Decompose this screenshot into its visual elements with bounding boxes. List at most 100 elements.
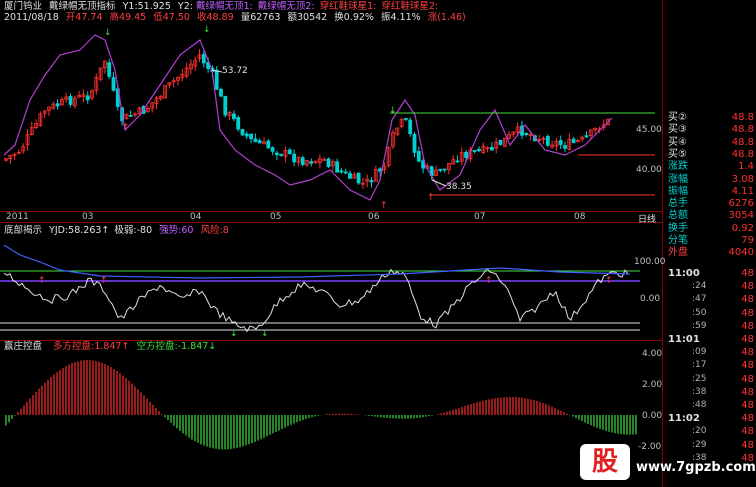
tick-row: :50 48 bbox=[664, 307, 756, 320]
candle-body bbox=[231, 113, 236, 120]
candle-body bbox=[403, 118, 408, 120]
stat-row-value: 3054 bbox=[728, 210, 754, 222]
tick-price: 48 bbox=[741, 294, 754, 306]
quote-row-value: 48.8 bbox=[731, 124, 754, 136]
candle-body bbox=[335, 161, 340, 173]
stat-row-value: 6276 bbox=[728, 198, 754, 210]
ind1-red-arrow: ↑ bbox=[38, 276, 46, 286]
candle-body bbox=[584, 135, 589, 138]
tick-time: 11:02 bbox=[668, 413, 700, 425]
x-tick-08: 08 bbox=[574, 212, 586, 222]
stat-row: 涨幅 3.08 bbox=[664, 174, 756, 186]
tick-price: 48 bbox=[741, 386, 754, 398]
x-tick-05: 05 bbox=[270, 212, 282, 222]
tick-row: :24 48 bbox=[664, 280, 756, 293]
bar-amount: 额30542 bbox=[287, 12, 328, 23]
quote-row: 买③ 48.8 bbox=[664, 124, 756, 136]
tick-row: :20 48 bbox=[664, 425, 756, 438]
candle-body bbox=[270, 147, 275, 152]
tick-time: :47 bbox=[692, 294, 707, 305]
y-tick-40: 40.00 bbox=[636, 165, 662, 175]
candle-body bbox=[348, 173, 352, 179]
quote-row: 买⑤ 48.8 bbox=[664, 149, 756, 161]
trough-leader bbox=[431, 179, 447, 187]
ind2-y-tick-neg2: -2.00 bbox=[638, 442, 662, 452]
candle-body bbox=[287, 149, 292, 155]
candle-body bbox=[339, 170, 344, 173]
candlestick-series bbox=[4, 49, 610, 189]
tick-row: 11:02 48 bbox=[664, 412, 756, 425]
tick-row: :48 48 bbox=[664, 399, 756, 412]
stat-row-label: 总手 bbox=[668, 198, 688, 210]
indicator1-name[interactable]: 底部揭示 bbox=[4, 225, 42, 236]
tick-price: 48 bbox=[741, 360, 754, 372]
tick-time: :25 bbox=[692, 373, 707, 384]
legend-red-shoe-2: 穿红鞋球星2: bbox=[381, 1, 439, 12]
candle-body bbox=[489, 146, 494, 151]
tick-time: :09 bbox=[692, 347, 707, 358]
candle-body bbox=[292, 153, 297, 163]
separator-xaxis bbox=[0, 222, 662, 223]
candle-body bbox=[68, 95, 73, 105]
candle-body bbox=[128, 115, 133, 117]
ind1-red-arrow: ↑ bbox=[605, 276, 613, 286]
quote-row-label: 买② bbox=[668, 112, 687, 123]
candle-body bbox=[326, 158, 331, 167]
candle-body bbox=[274, 152, 279, 156]
candle-body bbox=[563, 145, 567, 149]
stock-name[interactable]: 厦门钨业 bbox=[4, 1, 42, 12]
tick-price: 48 bbox=[741, 347, 754, 359]
indicator2-short: 空方控盘:-1.847 bbox=[136, 341, 209, 352]
tick-row: :38 48 bbox=[664, 386, 756, 399]
tick-price: 48 bbox=[741, 373, 754, 385]
tick-price: 48 bbox=[741, 307, 754, 319]
tick-time: :59 bbox=[692, 320, 707, 331]
ind1-y-tick-0: 0.00 bbox=[640, 294, 661, 304]
bar-change: 涨(1.46) bbox=[427, 12, 466, 23]
tick-price: 48 bbox=[741, 281, 754, 293]
tick-price: 48 bbox=[741, 334, 754, 345]
indicator2-header: 赢庄控盘 多方控盘:1.847↑ 空方控盘:-1.847↓ bbox=[4, 341, 217, 352]
tick-row: :25 48 bbox=[664, 373, 756, 386]
candle-body bbox=[201, 54, 206, 64]
tick-row: :59 48 bbox=[664, 320, 756, 333]
stat-row: 总额 3054 bbox=[664, 210, 756, 222]
bar-high: 高49.45 bbox=[109, 12, 147, 23]
candle-body bbox=[356, 172, 361, 184]
quote-row-label: 买⑤ bbox=[668, 148, 687, 160]
indicator2-name[interactable]: 赢庄控盘 bbox=[4, 341, 42, 352]
candle-body bbox=[558, 140, 563, 145]
ind1-red-arrow: ↑ bbox=[100, 276, 108, 286]
ind2-y-tick-4: 4.00 bbox=[642, 349, 663, 359]
quote-row: 买④ 48.8 bbox=[664, 137, 756, 149]
candle-body bbox=[438, 168, 443, 171]
watermark-url: www.7gpzb.com bbox=[636, 460, 756, 475]
tick-row: 11:00 48 bbox=[664, 267, 756, 280]
x-tick-03: 03 bbox=[82, 212, 94, 222]
candle-body bbox=[464, 151, 469, 159]
period-selector[interactable]: 日线 bbox=[638, 212, 656, 225]
stat-row-label: 振幅 bbox=[668, 185, 688, 197]
candle-body bbox=[571, 138, 576, 143]
quote-row-value: 48.8 bbox=[731, 148, 754, 160]
bar-volume: 量62763 bbox=[240, 12, 281, 23]
tick-time: :50 bbox=[692, 307, 707, 318]
legend-red-shoe-1: 穿红鞋球星1: bbox=[319, 1, 377, 12]
histogram-bars bbox=[5, 360, 637, 450]
indicator2-long: 多方控盘:1.847 bbox=[53, 341, 122, 352]
x-tick-04: 04 bbox=[190, 212, 202, 222]
tick-price: 48 bbox=[741, 320, 754, 332]
stat-row: 外盘 4040 bbox=[664, 247, 756, 259]
red-arrow-marker: ↑ bbox=[380, 201, 388, 211]
bar-low: 低47.50 bbox=[153, 12, 190, 23]
stat-row: 振幅 4.11 bbox=[664, 186, 756, 198]
candle-body bbox=[455, 160, 460, 163]
bar-close: 收48.89 bbox=[197, 12, 234, 23]
candle-body bbox=[408, 119, 413, 135]
quote-row-label: 买③ bbox=[668, 124, 687, 136]
right-divider bbox=[662, 0, 663, 487]
tick-row: 11:01 48 bbox=[664, 333, 756, 346]
stat-row: 换手 0.92 bbox=[664, 223, 756, 235]
indicator-title[interactable]: 戴绿帽无顶指标 bbox=[49, 1, 116, 12]
legend-green-cap-1: 戴绿帽无顶1: bbox=[196, 1, 253, 12]
